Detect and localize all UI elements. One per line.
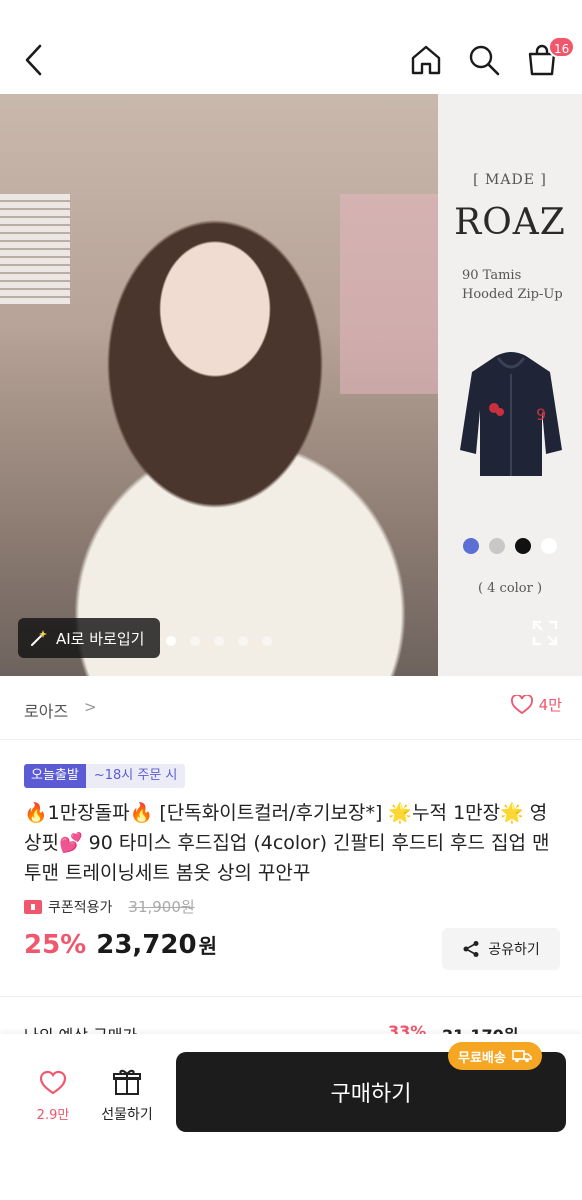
coupon-price-row: 쿠폰적용가 31,900원 <box>24 896 195 917</box>
home-button[interactable] <box>404 38 448 82</box>
carousel-dot[interactable] <box>262 636 272 646</box>
coupon-icon <box>24 899 42 914</box>
panel-product-name: 90 Tamis Hooded Zip-Up <box>462 266 582 304</box>
window-blinds <box>0 194 70 304</box>
search-button[interactable] <box>462 38 506 82</box>
panel-product-line-2: Hooded Zip-Up <box>462 287 563 302</box>
delivery-badge: 오늘출발 ~18시 주문 시 <box>24 764 186 788</box>
today-shipping-badge: 오늘출발 <box>24 764 86 788</box>
product-info-panel: [ MADE ] ROAZ 90 Tamis Hooded Zip-Up 9 (… <box>438 94 582 676</box>
top-nav: 16 <box>0 0 582 94</box>
color-swatch[interactable] <box>515 538 531 554</box>
hoodie-image: 9 <box>460 352 562 476</box>
cart-count-badge: 16 <box>548 36 576 58</box>
wishlist-button[interactable]: 2.9만 <box>26 1070 80 1123</box>
color-swatch[interactable] <box>541 538 557 554</box>
cart-button[interactable]: 16 <box>520 36 576 82</box>
price-row: 25% 23,720 원 <box>24 930 217 960</box>
order-cutoff-badge: ~18시 주문 시 <box>85 764 186 788</box>
product-title: 🔥1만장돌파🔥 [단독화이트컬러/후기보장*] 🌟누적 1만장🌟 영상핏💕 90… <box>24 802 550 884</box>
svg-text:9: 9 <box>536 405 546 424</box>
discount-rate: 25% <box>24 930 87 960</box>
brand-like-button[interactable]: 4만 <box>510 694 562 715</box>
share-icon <box>463 941 479 957</box>
made-label: [ MADE ] <box>473 172 547 188</box>
expand-icon <box>532 620 558 646</box>
carousel-dot[interactable] <box>238 636 248 646</box>
free-shipping-label: 무료배송 <box>458 1050 506 1066</box>
share-button[interactable]: 공유하기 <box>442 928 560 970</box>
truck-icon <box>512 1050 532 1063</box>
carousel-dot[interactable] <box>166 636 176 646</box>
brand-row: 로아즈 > 4만 <box>0 676 582 740</box>
gift-button[interactable]: 선물하기 <box>94 1068 160 1124</box>
chevron-left-icon <box>25 44 42 76</box>
back-button[interactable] <box>12 38 56 82</box>
original-price: 31,900원 <box>128 898 195 916</box>
brand-like-count: 4만 <box>538 696 562 714</box>
chevron-right-icon: > <box>84 698 97 716</box>
panel-product-line-1: 90 Tamis <box>462 268 522 283</box>
color-count: ( 4 color ) <box>477 581 543 596</box>
color-swatches <box>438 538 582 554</box>
carousel-dots <box>0 636 438 646</box>
brand-link[interactable]: 로아즈 <box>24 698 68 722</box>
panel-brand: ROAZ <box>454 202 566 243</box>
fullscreen-button[interactable] <box>530 618 560 648</box>
carousel-dot[interactable] <box>190 636 200 646</box>
share-label: 공유하기 <box>488 942 540 958</box>
heart-icon <box>510 694 533 714</box>
section-divider <box>0 996 582 997</box>
background-wall <box>340 194 438 394</box>
sale-price: 23,720 <box>96 930 197 960</box>
model-photo <box>0 94 438 676</box>
wishlist-count: 2.9만 <box>36 1108 70 1123</box>
search-icon <box>469 45 500 76</box>
currency-unit: 원 <box>198 934 217 958</box>
color-swatch[interactable] <box>463 538 479 554</box>
product-image-carousel[interactable]: AI로 바로입기 [ MADE ] ROAZ 90 Tamis Hooded Z… <box>0 94 582 676</box>
purchase-bar: 2.9만 선물하기 구매하기 무료배송 <box>0 1034 582 1200</box>
free-shipping-badge: 무료배송 <box>448 1042 542 1070</box>
heart-icon <box>39 1070 67 1095</box>
carousel-dot[interactable] <box>214 636 224 646</box>
color-swatch[interactable] <box>489 538 505 554</box>
home-icon <box>411 45 441 75</box>
coupon-label: 쿠폰적용가 <box>48 899 113 916</box>
gift-icon <box>113 1069 141 1095</box>
gift-label: 선물하기 <box>101 1107 153 1123</box>
